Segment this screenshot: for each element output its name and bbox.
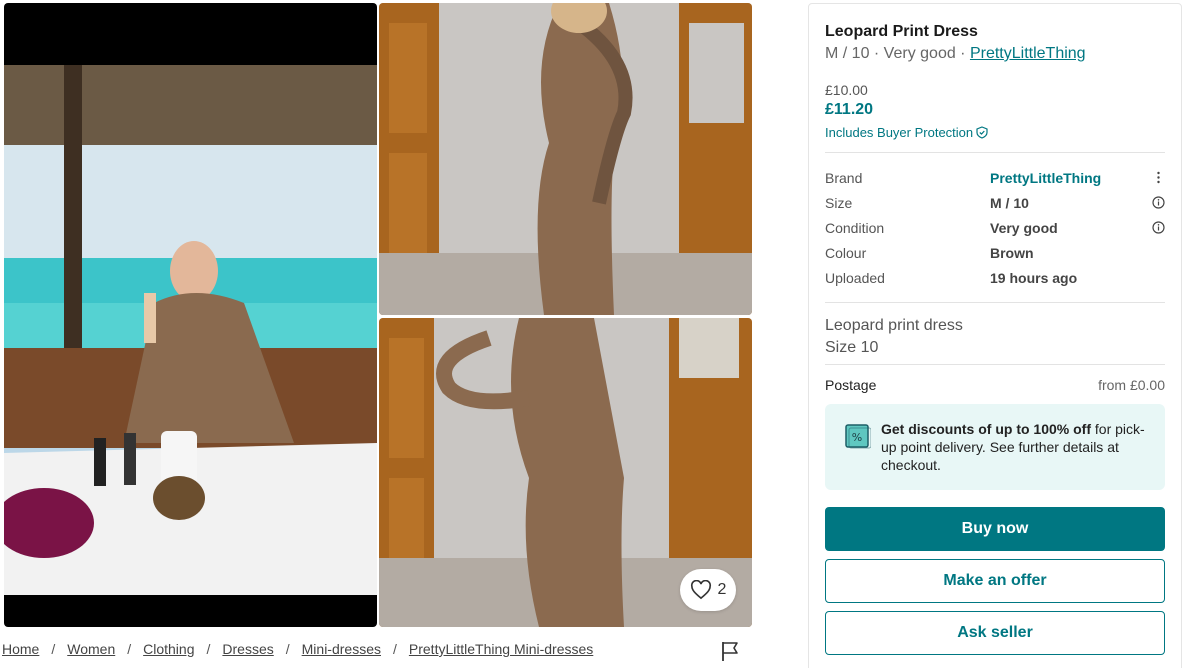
detail-row-condition: Condition Very good xyxy=(825,215,1165,240)
item-details-panel: Leopard Print Dress M / 10 · Very good ·… xyxy=(808,3,1182,668)
item-photo-2[interactable] xyxy=(379,3,752,315)
detail-value-brand[interactable]: PrettyLittleThing xyxy=(990,170,1101,186)
detail-label: Colour xyxy=(825,244,867,261)
buy-now-button[interactable]: Buy now xyxy=(825,507,1165,551)
pickup-discount-banner: % Get discounts of up to 100% off for pi… xyxy=(825,404,1165,490)
breadcrumb-separator: / xyxy=(127,641,132,657)
flag-icon[interactable] xyxy=(720,640,740,662)
detail-label: Size xyxy=(825,194,853,211)
breadcrumb-brand-mini-dresses[interactable]: PrettyLittleThing Mini-dresses xyxy=(409,641,593,657)
item-description: Leopard print dress Size 10 xyxy=(825,315,963,359)
description-line: Size 10 xyxy=(825,339,879,356)
postage-label: Postage xyxy=(825,377,877,393)
buyer-protection-link[interactable]: Includes Buyer Protection xyxy=(825,125,988,140)
breadcrumb-home[interactable]: Home xyxy=(2,641,39,657)
breadcrumb-separator: / xyxy=(393,641,397,657)
more-options-icon[interactable] xyxy=(1152,171,1165,184)
size-condition-text: M / 10 · Very good · xyxy=(825,45,970,62)
detail-row-colour: Colour Brown xyxy=(825,240,1165,265)
favorite-button[interactable]: 2 xyxy=(680,569,736,611)
postage-value: from £0.00 xyxy=(1098,377,1165,393)
make-offer-button[interactable]: Make an offer xyxy=(825,559,1165,603)
breadcrumb-separator: / xyxy=(285,641,290,657)
item-title: Leopard Print Dress xyxy=(825,23,978,40)
ask-seller-button[interactable]: Ask seller xyxy=(825,611,1165,655)
total-price: £11.20 xyxy=(825,101,874,118)
divider xyxy=(825,302,1165,303)
detail-row-size: Size M / 10 xyxy=(825,190,1165,215)
detail-value-condition: Very good xyxy=(990,219,1058,236)
detail-label: Uploaded xyxy=(825,269,885,286)
detail-label: Condition xyxy=(825,219,885,236)
item-photo-1[interactable] xyxy=(4,3,377,627)
details-table: Brand PrettyLittleThing Size M / 10 Cond… xyxy=(825,165,1165,290)
promo-bold-text: Get discounts of up to 100% off xyxy=(881,421,1092,437)
svg-text:%: % xyxy=(852,431,862,444)
item-summary: M / 10 · Very good · PrettyLittleThing xyxy=(825,45,1086,63)
discount-icon: % xyxy=(845,424,871,449)
brand-link[interactable]: PrettyLittleThing xyxy=(970,45,1086,62)
info-icon[interactable] xyxy=(1152,221,1165,234)
breadcrumb-dresses[interactable]: Dresses xyxy=(222,641,273,657)
detail-row-brand: Brand PrettyLittleThing xyxy=(825,165,1165,190)
buyer-protection-text: Includes Buyer Protection xyxy=(825,125,974,140)
info-icon[interactable] xyxy=(1152,196,1165,209)
detail-value-size: M / 10 xyxy=(990,194,1029,211)
detail-value-colour: Brown xyxy=(990,244,1034,261)
breadcrumb-clothing[interactable]: Clothing xyxy=(143,641,194,657)
item-price: £10.00 xyxy=(825,82,868,98)
divider xyxy=(825,364,1165,365)
detail-row-uploaded: Uploaded 19 hours ago xyxy=(825,265,1165,290)
favorite-count: 2 xyxy=(717,581,727,598)
detail-label: Brand xyxy=(825,169,863,186)
breadcrumb-separator: / xyxy=(206,641,211,657)
shield-icon xyxy=(976,126,988,139)
breadcrumb: Home / Women / Clothing / Dresses / Mini… xyxy=(2,641,593,657)
detail-value-uploaded: 19 hours ago xyxy=(990,269,1078,286)
postage-row: Postage from £0.00 xyxy=(825,377,1165,393)
breadcrumb-mini-dresses[interactable]: Mini-dresses xyxy=(302,641,381,657)
breadcrumb-separator: / xyxy=(51,641,56,657)
description-line: Leopard print dress xyxy=(825,317,963,334)
divider xyxy=(825,152,1165,153)
breadcrumb-women[interactable]: Women xyxy=(67,641,115,657)
heart-icon xyxy=(690,580,711,600)
